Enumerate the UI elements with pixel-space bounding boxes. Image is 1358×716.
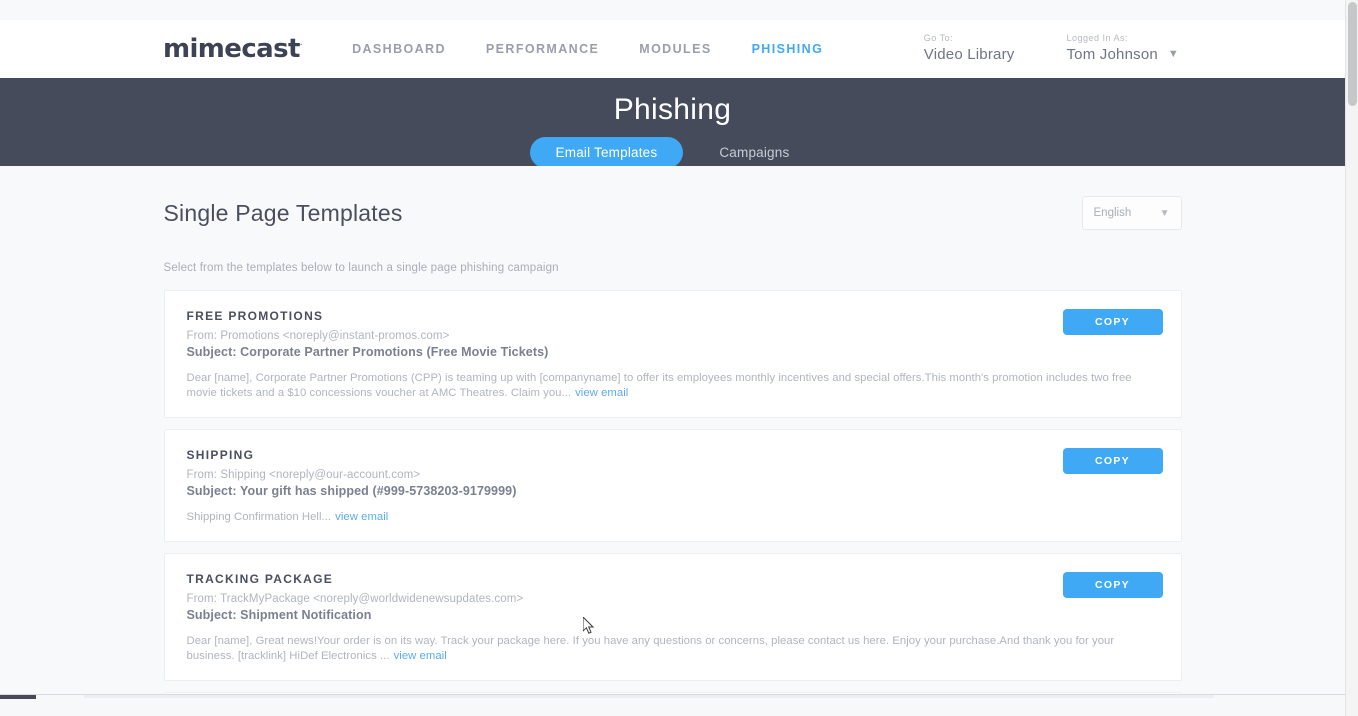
- template-subject: Subject: Corporate Partner Promotions (F…: [186, 345, 549, 359]
- language-value: English: [1093, 207, 1132, 219]
- mimecast-logo[interactable]: mimecast·: [163, 34, 303, 64]
- copy-button[interactable]: COPY: [1062, 448, 1163, 475]
- template-body: Dear [name], Great news!Your order is on…: [187, 634, 1159, 664]
- view-email-link[interactable]: view email: [335, 511, 388, 523]
- template-list: FREE PROMOTIONS From: Promotions <norepl…: [163, 290, 1182, 694]
- horizontal-scrollbar[interactable]: [0, 694, 1345, 716]
- template-body: Dear [name], Corporate Partner Promotion…: [187, 371, 1159, 401]
- nav-item-performance[interactable]: PERFORMANCE: [466, 36, 619, 62]
- horizontal-scrollbar-thumb[interactable]: [0, 695, 36, 699]
- logo-tm: ·: [299, 40, 303, 51]
- banner-tabs: Email Templates Campaigns: [0, 137, 1345, 168]
- nav-item-phishing[interactable]: PHISHING: [732, 36, 844, 62]
- logo-text: mimecast: [163, 34, 300, 64]
- template-card[interactable]: FREE PROMOTIONS From: Promotions <norepl…: [163, 290, 1182, 419]
- content-inner: Single Page Templates English ▼ Select f…: [163, 166, 1182, 694]
- logged-in-label: Logged In As:: [1066, 33, 1129, 43]
- template-body-text: Dear [name], Corporate Partner Promotion…: [186, 372, 1132, 400]
- app-header: mimecast· DASHBOARD PERFORMANCE MODULES …: [0, 20, 1345, 78]
- chevron-down-icon: ▼: [1159, 207, 1170, 219]
- content-area: Single Page Templates English ▼ Select f…: [0, 166, 1345, 694]
- tab-email-templates[interactable]: Email Templates: [529, 137, 684, 168]
- nav-item-dashboard[interactable]: DASHBOARD: [332, 36, 466, 62]
- nav-item-modules[interactable]: MODULES: [619, 36, 731, 62]
- template-subject: Subject: Shipment Notification: [186, 608, 372, 623]
- copy-button[interactable]: COPY: [1062, 309, 1163, 335]
- template-from: From: TrackMyPackage <noreply@worldwiden…: [186, 593, 524, 606]
- goto-label: Go To:: [923, 33, 954, 43]
- template-name: FREE PROMOTIONS: [186, 309, 324, 323]
- template-name: TRACKING PACKAGE: [186, 572, 334, 587]
- user-menu[interactable]: Logged In As: Tom Johnson ▼: [1066, 33, 1179, 65]
- view-email-link[interactable]: view email: [575, 387, 628, 399]
- template-name: SHIPPING: [186, 448, 255, 463]
- main-navigation: DASHBOARD PERFORMANCE MODULES PHISHING: [332, 36, 843, 62]
- vertical-scrollbar[interactable]: [1345, 0, 1358, 716]
- template-from: From: Shipping <noreply@our-account.com>: [186, 469, 421, 482]
- phishing-page: mimecast· DASHBOARD PERFORMANCE MODULES …: [0, 0, 1358, 716]
- user-name: Tom Johnson: [1066, 46, 1158, 64]
- section-subtitle: Select from the templates below to launc…: [163, 262, 559, 274]
- template-body-text: Shipping Confirmation Hell...: [186, 511, 332, 524]
- header-right: Go To: Video Library Logged In As: Tom J…: [924, 33, 1179, 65]
- vertical-scrollbar-thumb[interactable]: [1348, 2, 1357, 106]
- template-card[interactable]: SHIPPING From: Shipping <noreply@our-acc…: [163, 429, 1182, 543]
- section-title: Single Page Templates: [163, 199, 403, 226]
- copy-button[interactable]: COPY: [1062, 572, 1163, 599]
- top-strip: [0, 0, 1345, 20]
- page-title: Phishing: [613, 93, 732, 126]
- logged-in-value: Tom Johnson ▼: [1066, 46, 1179, 65]
- chevron-down-icon[interactable]: ▼: [1168, 48, 1179, 62]
- page-banner: Phishing Email Templates Campaigns: [0, 78, 1345, 168]
- goto-value: Video Library: [923, 46, 1015, 64]
- page-head: Single Page Templates English ▼: [164, 196, 1182, 230]
- template-card[interactable]: TRACKING PACKAGE From: TrackMyPackage <n…: [163, 553, 1182, 682]
- goto-video-library[interactable]: Go To: Video Library: [924, 33, 1015, 65]
- language-select[interactable]: English ▼: [1081, 196, 1182, 230]
- template-body: Shipping Confirmation Hell... view email: [187, 510, 1159, 525]
- horizontal-scrollbar-track: [84, 695, 1214, 698]
- tab-campaigns[interactable]: Campaigns: [693, 137, 815, 168]
- template-subject: Subject: Your gift has shipped (#999-573…: [186, 484, 517, 499]
- template-body-text: Dear [name], Great news!Your order is on…: [186, 635, 1115, 663]
- view-email-link[interactable]: view email: [394, 650, 447, 662]
- template-from: From: Promotions <noreply@instant-promos…: [186, 330, 450, 342]
